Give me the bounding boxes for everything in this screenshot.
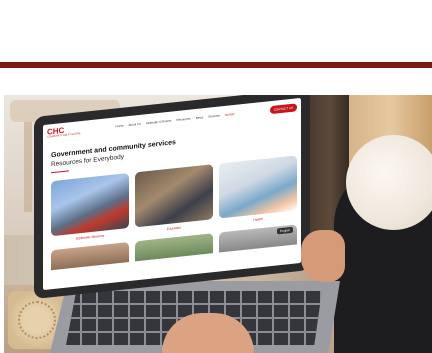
brand-divider-bar xyxy=(0,62,432,68)
nav-link-about[interactable]: About Us xyxy=(129,122,141,127)
chc-logo[interactable]: CHC COMMUNITY HELP CENTRE xyxy=(47,125,81,139)
nav-link-home[interactable]: Home xyxy=(116,124,124,129)
contact-us-button[interactable]: CONTACT US xyxy=(269,103,297,115)
chair-leg xyxy=(24,122,32,212)
card-diplomatic-missions[interactable]: Diplomatic Missions xyxy=(51,173,129,243)
nav-links: Home About Us Calendar of Events Resourc… xyxy=(116,112,235,129)
card-image[interactable] xyxy=(51,242,129,271)
nav-link-calendar[interactable]: Calendar of Events xyxy=(146,119,172,126)
card-label: Education xyxy=(166,225,182,232)
nav-link-services[interactable]: Services xyxy=(208,113,220,118)
card-label: Diplomatic Missions xyxy=(75,233,105,241)
nav-link-news[interactable]: News xyxy=(196,115,204,120)
top-whitespace xyxy=(0,0,432,62)
card-label: Health xyxy=(253,216,263,222)
laptop-screen: CHC COMMUNITY HELP CENTRE Home About Us … xyxy=(43,97,301,291)
card-image-medical xyxy=(219,155,297,219)
card-education[interactable]: Education xyxy=(135,164,213,234)
nav-link-donate[interactable]: Donate xyxy=(225,112,235,117)
hero-accent-rule xyxy=(51,170,69,174)
photo: CHC COMMUNITY HELP CENTRE Home About Us … xyxy=(4,95,432,353)
laptop-lid: CHC COMMUNITY HELP CENTRE Home About Us … xyxy=(34,95,310,299)
card-health[interactable]: Health xyxy=(219,155,297,225)
card-image-library xyxy=(135,164,213,228)
fur-collar xyxy=(346,135,432,230)
right-hand xyxy=(301,230,345,282)
nav-link-resources[interactable]: Resources xyxy=(176,117,190,123)
card-image-flags xyxy=(51,173,129,237)
card-image[interactable] xyxy=(135,233,213,262)
